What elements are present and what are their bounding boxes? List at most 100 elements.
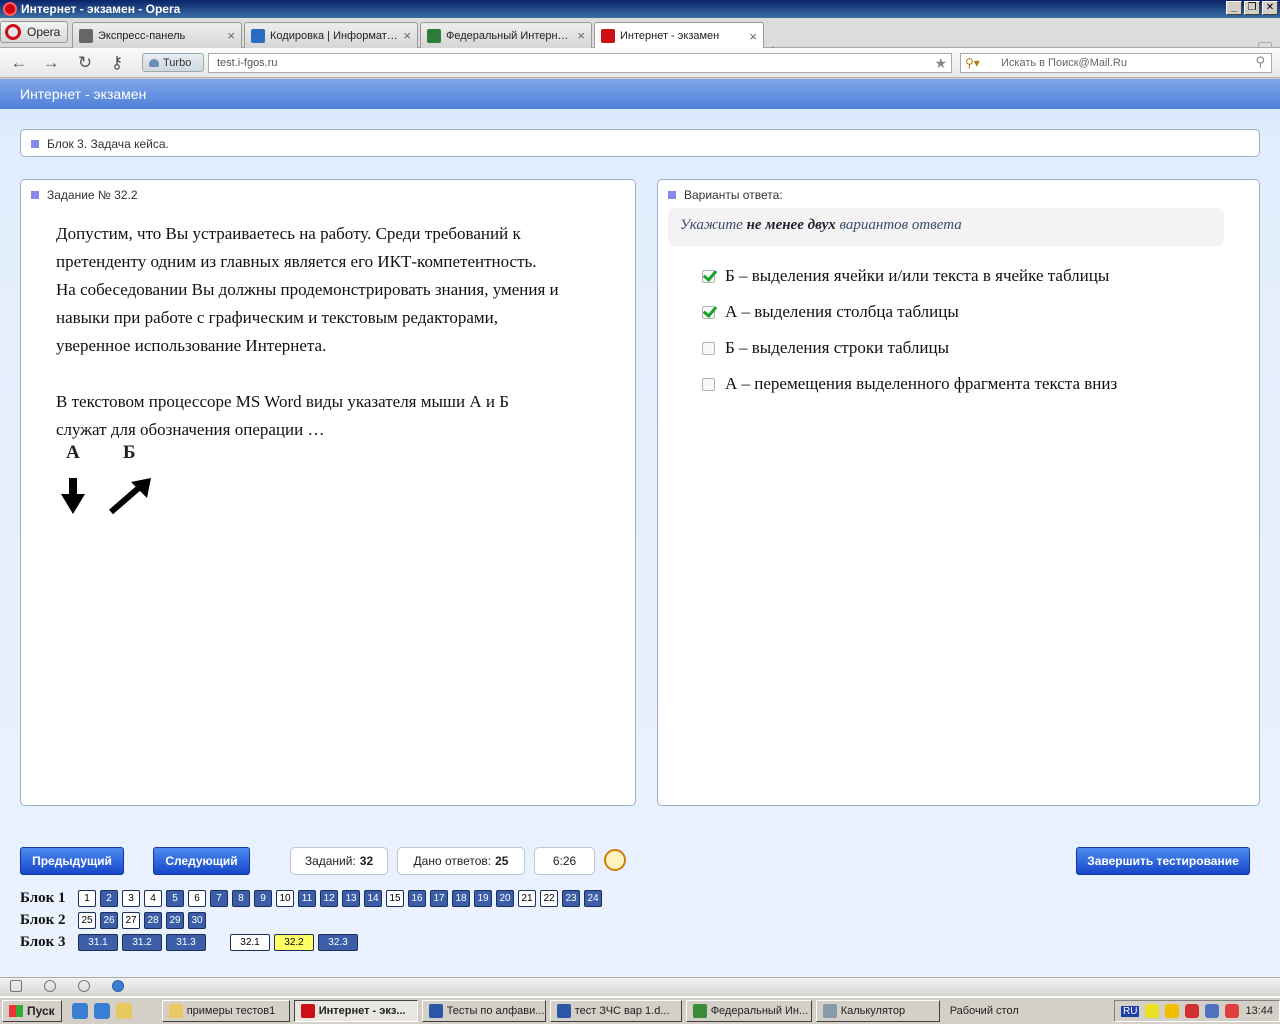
window-controls: _ ❐ ✕ — [1226, 1, 1278, 15]
previous-button[interactable]: Предыдущий — [20, 847, 124, 875]
browser-status-bar — [0, 977, 1280, 995]
question-number-button[interactable]: 24 — [584, 889, 602, 907]
question-number-button[interactable]: 18 — [452, 889, 470, 907]
close-tab-icon[interactable]: × — [227, 28, 235, 43]
tab-encoding[interactable]: Кодировка | Информат… × — [244, 22, 418, 48]
question-number-button[interactable]: 11 — [298, 889, 316, 907]
answer-option[interactable]: Б – выделения строки таблицы — [702, 330, 1117, 366]
block-row: Блок 2 25 26 27 28 29 30 — [20, 909, 606, 931]
question-number-button[interactable]: 28 — [144, 911, 162, 929]
question-number-button[interactable]: 8 — [232, 889, 250, 907]
checkbox-unchecked[interactable] — [702, 341, 715, 355]
question-number-button[interactable]: 32.2 — [274, 933, 314, 951]
search-field[interactable]: ⚲▾ Искать в Поиск@Mail.Ru ⚲ — [960, 53, 1272, 73]
opera-logo-icon — [3, 2, 17, 16]
opera-menu-button[interactable]: Opera — [0, 21, 68, 43]
bookmark-star-icon[interactable]: ★ — [934, 55, 947, 72]
cloud-icon[interactable] — [44, 980, 56, 992]
tasks-label: Заданий: — [304, 854, 356, 868]
question-number-button[interactable]: 31.3 — [166, 933, 206, 951]
question-number-button[interactable]: 30 — [188, 911, 206, 929]
checkbox-checked[interactable] — [702, 305, 715, 319]
question-number-button[interactable]: 5 — [166, 889, 184, 907]
question-number-button[interactable]: 2 — [100, 889, 118, 907]
question-number-button[interactable]: 17 — [430, 889, 448, 907]
question-number-button[interactable]: 1 — [78, 889, 96, 907]
search-engine-icon[interactable]: ⚲▾ — [965, 56, 980, 70]
antivirus-icon[interactable] — [1185, 1004, 1200, 1018]
speed-dial-icon[interactable] — [112, 980, 124, 992]
question-number-button[interactable]: 29 — [166, 911, 184, 929]
question-number-button[interactable]: 10 — [276, 889, 294, 907]
address-field[interactable]: test.i-fgos.ru ★ — [208, 53, 952, 73]
checkbox-unchecked[interactable] — [702, 377, 715, 391]
network-icon[interactable] — [1205, 1004, 1220, 1018]
start-button[interactable]: Пуск — [2, 1000, 62, 1022]
shield-icon[interactable] — [1165, 1004, 1180, 1018]
mail-icon[interactable] — [1225, 1004, 1240, 1018]
answer-option[interactable]: А – перемещения выделенного фрагмента те… — [702, 366, 1117, 402]
question-number-button[interactable]: 12 — [320, 889, 338, 907]
help-icon[interactable] — [1145, 1004, 1160, 1018]
question-number-button[interactable]: 19 — [474, 889, 492, 907]
question-number-button[interactable]: 27 — [122, 911, 140, 929]
taskbar-button[interactable]: Тесты по алфави... — [421, 1000, 546, 1022]
timer-box: 6:26 — [534, 847, 595, 875]
folder-icon[interactable] — [115, 1003, 132, 1019]
windows-logo-icon — [9, 1005, 23, 1017]
tab-label: Федеральный Интерне… — [446, 29, 573, 42]
question-number-button[interactable]: 31.2 — [122, 933, 162, 951]
question-number-button[interactable]: 15 — [386, 889, 404, 907]
question-number-button[interactable]: 32.1 — [230, 933, 270, 951]
language-indicator[interactable]: RU — [1121, 1005, 1140, 1017]
question-number-button[interactable]: 9 — [254, 889, 272, 907]
question-number-button[interactable]: 32.3 — [318, 933, 358, 951]
tab-federal[interactable]: Федеральный Интерне… × — [420, 22, 592, 48]
back-arrow-icon[interactable]: ← — [8, 53, 30, 73]
checkbox-checked[interactable] — [702, 269, 715, 283]
ie-icon[interactable] — [71, 1003, 88, 1019]
key-icon[interactable]: ⚷ — [106, 53, 128, 73]
taskbar-button[interactable]: примеры тестов1 — [161, 1000, 290, 1022]
unite-icon[interactable] — [78, 980, 90, 992]
question-number-button[interactable]: 26 — [100, 911, 118, 929]
close-tab-icon[interactable]: × — [403, 28, 411, 43]
hint-bold: не менее двух — [746, 217, 836, 233]
pointer-images — [61, 478, 151, 515]
taskbar-button[interactable]: тест ЗЧС вар 1.d... — [549, 1000, 682, 1022]
close-tab-icon[interactable]: × — [577, 28, 585, 43]
question-number-button[interactable]: 23 — [562, 889, 580, 907]
question-number-button[interactable]: 22 — [540, 889, 558, 907]
maximize-button[interactable]: ❐ — [1244, 1, 1260, 15]
question-number-button[interactable]: 25 — [78, 911, 96, 929]
question-number-button[interactable]: 6 — [188, 889, 206, 907]
next-button[interactable]: Следующий — [153, 847, 250, 875]
taskbar-button[interactable]: Калькулятор — [815, 1000, 940, 1022]
question-number-button[interactable]: 3 — [122, 889, 140, 907]
answer-option[interactable]: А – выделения столбца таблицы — [702, 294, 1117, 330]
question-number-button[interactable]: 4 — [144, 889, 162, 907]
reload-icon[interactable]: ↻ — [74, 53, 96, 73]
close-window-button[interactable]: ✕ — [1262, 1, 1278, 15]
taskbar-button[interactable]: Федеральный Ин... — [685, 1000, 812, 1022]
close-tab-icon[interactable]: × — [749, 29, 757, 44]
search-go-icon[interactable]: ⚲ — [1255, 54, 1265, 70]
taskbar-button[interactable]: Интернет - экз... — [293, 1000, 418, 1022]
question-number-button[interactable]: 31.1 — [78, 933, 118, 951]
question-number-button[interactable]: 16 — [408, 889, 426, 907]
tab-internet-exam[interactable]: Интернет - экзамен × — [594, 22, 764, 49]
question-number-button[interactable]: 20 — [496, 889, 514, 907]
forward-arrow-icon[interactable]: → — [40, 53, 62, 73]
finish-test-button[interactable]: Завершить тестирование — [1076, 847, 1250, 875]
question-number-button[interactable]: 21 — [518, 889, 536, 907]
question-number-button[interactable]: 14 — [364, 889, 382, 907]
alarm-clock-icon — [604, 849, 626, 871]
turbo-button[interactable]: Turbo — [142, 53, 204, 72]
answer-option[interactable]: Б – выделения ячейки и/или текста в ячей… — [702, 258, 1117, 294]
question-number-button[interactable]: 7 — [210, 889, 228, 907]
minimize-button[interactable]: _ — [1226, 1, 1242, 15]
browser-icon[interactable] — [93, 1003, 110, 1019]
panel-toggle-icon[interactable] — [10, 980, 22, 992]
tab-express-panel[interactable]: Экспресс-панель × — [72, 22, 242, 48]
question-number-button[interactable]: 13 — [342, 889, 360, 907]
